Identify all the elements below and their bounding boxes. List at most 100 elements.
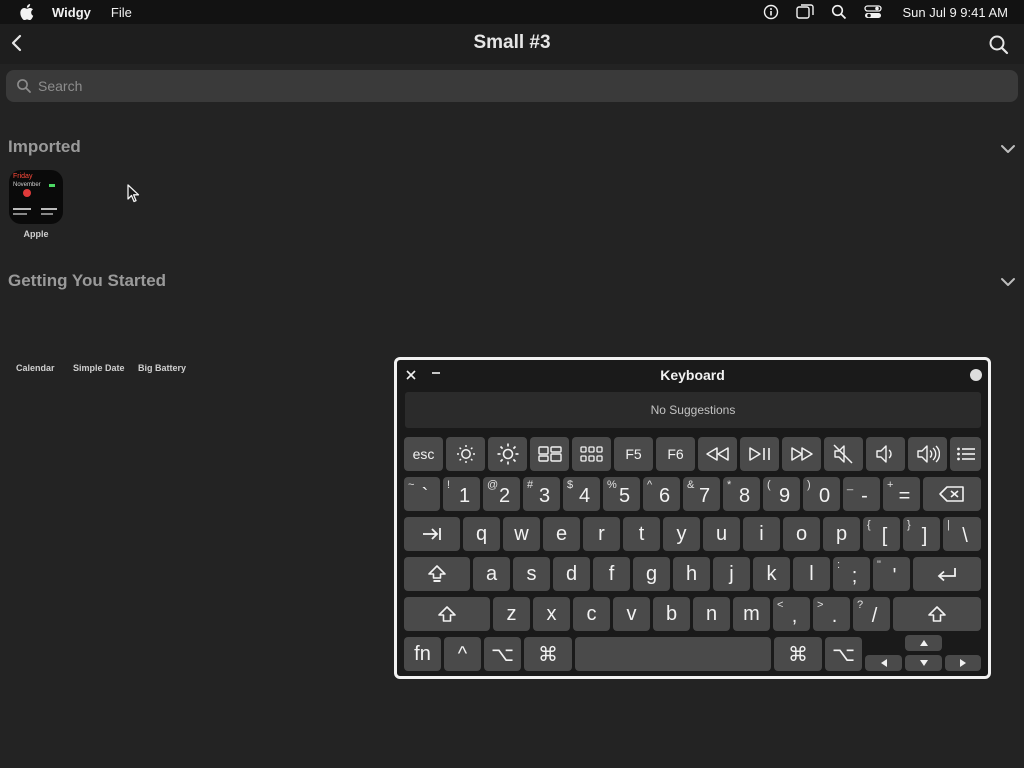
key-0[interactable]: ) 0 [803,477,840,511]
key-b[interactable]: b [653,597,690,631]
key-y[interactable]: y [663,517,700,551]
key-s[interactable]: s [513,557,550,591]
info-icon[interactable] [762,3,780,21]
key-c[interactable]: c [573,597,610,631]
arrow-left-icon[interactable] [865,655,902,671]
key-x[interactable]: x [533,597,570,631]
key-slash[interactable]: ? / [853,597,890,631]
key-backslash[interactable]: | \ [943,517,981,551]
key-4[interactable]: $4 [563,477,600,511]
key-o[interactable]: o [783,517,820,551]
key-a[interactable]: a [473,557,510,591]
key-option[interactable]: ⌥ [484,637,521,671]
space-bar[interactable] [575,637,771,671]
key-semicolon[interactable]: :; [833,557,870,591]
volume-up-icon[interactable] [908,437,947,471]
key-symbol: ; [851,564,858,587]
key-k[interactable]: k [753,557,790,591]
search-input[interactable] [38,78,1018,94]
key-r[interactable]: r [583,517,620,551]
volume-down-icon[interactable] [866,437,905,471]
key-command-right[interactable]: ⌘ [774,637,822,671]
brightness-up-icon[interactable] [488,437,527,471]
key-l[interactable]: l [793,557,830,591]
key-f5[interactable]: F5 [614,437,653,471]
key-fn[interactable]: fn [404,637,441,671]
key-h[interactable]: h [673,557,710,591]
key-i[interactable]: i [743,517,780,551]
rewind-icon[interactable] [698,437,737,471]
key-command[interactable]: ⌘ [524,637,572,671]
widget-label-calendar[interactable]: Calendar [16,363,55,373]
key-7[interactable]: & 7 [683,477,720,511]
key-symbol: / [871,604,878,627]
widget-label-big-battery[interactable]: Big Battery [138,363,186,373]
key-1[interactable]: ! 1 [443,477,480,511]
app-name-menu[interactable]: Widgy [52,5,91,20]
key-q[interactable]: q [463,517,500,551]
key-d[interactable]: d [553,557,590,591]
key-w[interactable]: w [503,517,540,551]
key-2[interactable]: @2 [483,477,520,511]
chevron-down-icon[interactable] [1000,275,1016,287]
play-pause-icon[interactable] [740,437,779,471]
key-minus[interactable]: _ - [843,477,880,511]
key-equals[interactable]: + = [883,477,920,511]
search-field[interactable] [6,70,1018,102]
key-e[interactable]: e [543,517,580,551]
key-t[interactable]: t [623,517,660,551]
widget-label-apple: Apple [23,229,49,239]
key-n[interactable]: n [693,597,730,631]
key-u[interactable]: u [703,517,740,551]
key-6[interactable]: ^ 6 [643,477,680,511]
caps-lock-icon[interactable] [404,557,470,591]
widget-label-simple-date[interactable]: Simple Date [73,363,125,373]
key-option-right[interactable]: ⌥ [825,637,862,671]
control-center-icon[interactable] [864,3,883,21]
mission-control-icon[interactable] [530,437,569,471]
key-g[interactable]: g [633,557,670,591]
file-menu[interactable]: File [111,5,132,20]
key-period[interactable]: >. [813,597,850,631]
key-f6[interactable]: F6 [656,437,695,471]
menu-bar-clock[interactable]: Sun Jul 9 9:41 AM [902,5,1008,20]
spotlight-search-icon[interactable] [830,3,848,21]
right-shift-icon[interactable] [893,597,981,631]
window-switcher-icon[interactable] [796,3,815,21]
key-z[interactable]: z [493,597,530,631]
widget-thumbnail-apple[interactable]: Friday November [9,170,63,224]
delete-icon[interactable] [923,477,981,511]
key-p[interactable]: p [823,517,860,551]
search-icon[interactable] [988,34,1010,56]
key-control[interactable]: ^ [444,637,481,671]
list-icon[interactable] [950,437,981,471]
key-f[interactable]: f [593,557,630,591]
key-5[interactable]: % 5 [603,477,640,511]
launchpad-icon[interactable] [572,437,611,471]
key-open-bracket[interactable]: {[ [863,517,900,551]
brightness-down-icon[interactable] [446,437,485,471]
key-v[interactable]: v [613,597,650,631]
apple-logo-icon[interactable] [18,3,36,21]
arrow-right-icon[interactable] [945,655,981,671]
return-key-icon[interactable] [913,557,981,591]
key-comma[interactable]: <, [773,597,810,631]
key-9[interactable]: (9 [763,477,800,511]
arrow-up-icon[interactable] [905,635,942,651]
key-quote[interactable]: " ' [873,557,910,591]
key-close-bracket[interactable]: }] [903,517,940,551]
tab-key-icon[interactable] [404,517,460,551]
key-j[interactable]: j [713,557,750,591]
mute-icon[interactable] [824,437,863,471]
key-m[interactable]: m [733,597,770,631]
key-backtick[interactable]: ~ ` [404,477,440,511]
key-3[interactable]: #3 [523,477,560,511]
left-shift-icon[interactable] [404,597,490,631]
arrow-down-icon[interactable] [905,655,942,671]
key-symbol: 5 [618,484,631,507]
key-8[interactable]: * 8 [723,477,760,511]
chevron-down-icon[interactable] [1000,142,1016,154]
more-options-icon[interactable] [970,369,982,381]
key-esc[interactable]: esc [404,437,443,471]
fast-forward-icon[interactable] [782,437,821,471]
